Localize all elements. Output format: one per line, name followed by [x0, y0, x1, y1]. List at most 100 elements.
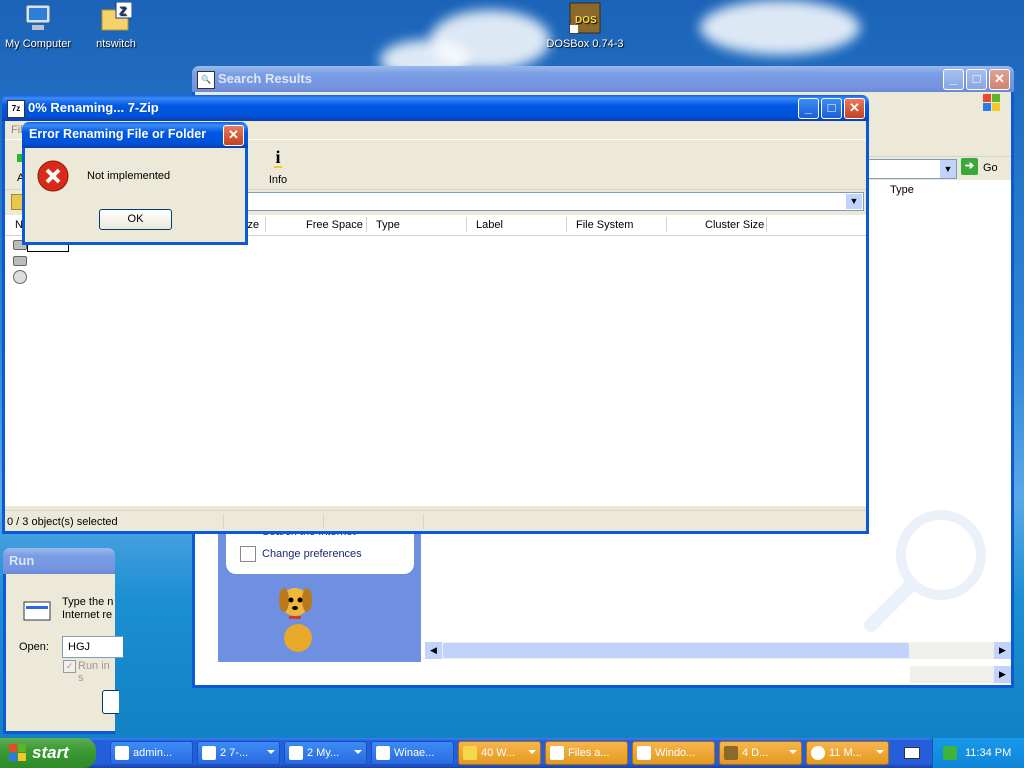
- taskbar-item-files[interactable]: Files a...: [545, 741, 628, 765]
- scroll-right-button[interactable]: ▶: [994, 642, 1011, 659]
- scroll-thumb[interactable]: [443, 643, 909, 658]
- change-preferences-link[interactable]: Change preferences: [262, 548, 362, 560]
- search-window-titlebar[interactable]: 🔍 Search Results _ □ ✕: [192, 66, 1014, 92]
- chevron-down-icon: [267, 750, 275, 754]
- status-text: 0 / 3 object(s) selected: [7, 516, 118, 528]
- clock[interactable]: 11:34 PM: [965, 747, 1011, 759]
- run-description-line2: Internet re: [62, 609, 113, 621]
- go-label: Go: [983, 162, 998, 174]
- info-icon: i: [274, 147, 282, 168]
- type-column-header[interactable]: Type: [890, 184, 914, 196]
- computer-icon: [22, 2, 54, 34]
- taskbar-item-windows-media[interactable]: Windo...: [632, 741, 715, 765]
- taskbar-item-label: admin...: [133, 747, 173, 759]
- start-button[interactable]: start: [0, 738, 96, 768]
- address-combo[interactable]: ▼: [865, 159, 957, 179]
- list-item[interactable]: [11, 270, 31, 284]
- dropdown-icon[interactable]: ▼: [940, 160, 956, 178]
- run-open-input[interactable]: HGJ: [62, 636, 123, 658]
- chevron-down-icon: [876, 750, 884, 754]
- error-message: Not implemented: [87, 170, 171, 182]
- status-bar: 0 / 3 object(s) selected: [5, 510, 866, 531]
- svg-text:Z: Z: [119, 4, 126, 18]
- error-icon: [37, 160, 69, 192]
- cd-drive-icon: [13, 270, 27, 284]
- ok-button[interactable]: OK: [99, 209, 172, 230]
- run-icon: [22, 600, 52, 622]
- run-checkbox-label: Run in s: [78, 660, 110, 684]
- search-assistant-balloon: Search the Internet Change preferences: [226, 526, 414, 574]
- window-icon: [115, 746, 129, 760]
- chevron-down-icon: [354, 750, 362, 754]
- error-dialog: Error Renaming File or Folder ✕ Not impl…: [22, 122, 248, 245]
- dosbox-icon: DOS: [569, 2, 601, 34]
- run-ok-button-edge[interactable]: [102, 690, 119, 714]
- dropdown-icon[interactable]: ▼: [846, 194, 862, 209]
- folder-icon: [463, 746, 477, 760]
- horizontal-scrollbar-outer[interactable]: ▶: [910, 666, 1011, 683]
- keyboard-icon[interactable]: [904, 747, 920, 759]
- taskbar-item-7zip-group[interactable]: 2 7-...: [197, 741, 280, 765]
- taskbar-item-folders-group[interactable]: 40 W...: [458, 741, 541, 765]
- search-column-header: Type: [855, 180, 1011, 201]
- desktop-icon-label: DOSBox 0.74-3: [546, 38, 624, 50]
- desktop-icon-my-computer[interactable]: My Computer: [0, 2, 78, 50]
- list-item[interactable]: [11, 254, 31, 268]
- info-button[interactable]: i Info: [263, 146, 293, 186]
- windows-flag-icon: [9, 744, 27, 762]
- search-task-pane: Search the Internet Change preferences: [218, 526, 421, 662]
- zip-folder-icon: Z: [100, 1, 133, 34]
- search-window-title: Search Results: [218, 71, 312, 86]
- run-open-value: HGJ: [68, 641, 90, 653]
- run-description-line1: Type the n: [62, 596, 114, 608]
- file-system-column-header[interactable]: File System: [576, 219, 633, 231]
- scroll-left-button[interactable]: ◀: [425, 642, 442, 659]
- search-window-icon: 🔍: [197, 71, 215, 89]
- desktop-icon-dosbox[interactable]: DOS DOSBox 0.74-3: [545, 2, 625, 50]
- desktop-icon-label: My Computer: [4, 38, 72, 50]
- horizontal-scrollbar[interactable]: ◀ ▶: [425, 642, 1011, 659]
- error-titlebar[interactable]: Error Renaming File or Folder ✕: [22, 122, 248, 148]
- maximize-button[interactable]: □: [821, 98, 842, 119]
- taskbar-item-my-computer-group[interactable]: 2 My...: [284, 741, 367, 765]
- system-tray: 11:34 PM: [932, 738, 1024, 768]
- scroll-right-button-outer[interactable]: ▶: [994, 666, 1011, 683]
- type-column-header[interactable]: Type: [376, 219, 400, 231]
- taskbar-item-dosbox-group[interactable]: 4 D...: [719, 741, 802, 765]
- taskbar-item-label: 11 M...: [829, 747, 862, 759]
- maximize-button[interactable]: □: [966, 69, 987, 90]
- 7zip-titlebar[interactable]: 7z 0% Renaming... 7-Zip _ □ ✕: [2, 95, 869, 121]
- go-button[interactable]: ➔ Go: [961, 158, 1006, 178]
- cluster-size-column-header[interactable]: Cluster Size: [705, 219, 764, 231]
- minimize-button[interactable]: _: [798, 98, 819, 119]
- taskbar-item-winaero[interactable]: Winae...: [371, 741, 454, 765]
- network-icon[interactable]: [943, 746, 957, 760]
- minimize-button[interactable]: _: [943, 69, 964, 90]
- taskbar-item-help-group[interactable]: 11 M...: [806, 741, 889, 765]
- media-player-icon: [637, 746, 651, 760]
- desktop-icon-ntswitch[interactable]: Z ntswitch: [76, 1, 156, 50]
- free-space-column-header[interactable]: Free Space: [306, 219, 363, 231]
- close-button[interactable]: ✕: [989, 69, 1010, 90]
- taskbar-item-label: Winae...: [394, 747, 435, 759]
- close-button[interactable]: ✕: [844, 98, 865, 119]
- info-label: Info: [268, 174, 288, 186]
- drive-icon: [13, 256, 27, 266]
- help-icon: [811, 746, 825, 760]
- ok-label: OK: [127, 213, 144, 225]
- run-open-label: Open:: [19, 641, 49, 653]
- search-dog-icon[interactable]: [273, 580, 323, 654]
- taskbar-item-label: 4 D...: [742, 747, 769, 759]
- change-preferences-icon: [240, 546, 256, 562]
- taskbar-item-admin[interactable]: admin...: [110, 741, 193, 765]
- error-title: Error Renaming File or Folder: [29, 127, 207, 141]
- drive-list: [5, 236, 866, 506]
- label-column-header[interactable]: Label: [476, 219, 503, 231]
- close-button[interactable]: ✕: [223, 125, 244, 146]
- taskbar-item-label: 40 W...: [481, 747, 516, 759]
- run-checkbox[interactable]: ✓: [63, 660, 76, 673]
- winaero-icon: [376, 746, 390, 760]
- taskbar-item-label: Windo...: [655, 747, 696, 759]
- svg-text:DOS: DOS: [575, 15, 597, 26]
- run-titlebar[interactable]: Run: [3, 548, 115, 574]
